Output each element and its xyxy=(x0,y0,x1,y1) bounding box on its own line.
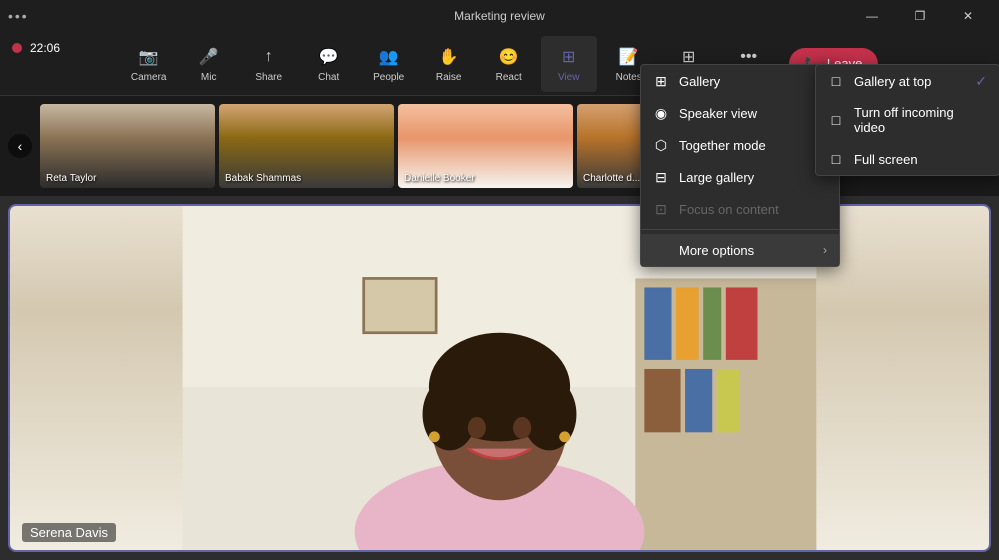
gallery-thumb-2[interactable]: Babak Shammas xyxy=(219,104,394,188)
view-button[interactable]: ⊞ View xyxy=(541,36,597,92)
camera-button[interactable]: 📷 Camera xyxy=(121,36,177,92)
gallery-at-top-check-icon: ✓ xyxy=(975,73,987,90)
titlebar-title: Marketing review xyxy=(454,9,545,23)
together-menu-icon: ⬡ xyxy=(653,137,669,153)
focus-menu-icon: ⊡ xyxy=(653,201,669,217)
people-icon: 👥 xyxy=(377,45,401,69)
view-menu-large-gallery[interactable]: ⊟ Large gallery xyxy=(641,161,839,193)
mic-button[interactable]: 🎤 Mic xyxy=(181,36,237,92)
mic-icon: 🎤 xyxy=(197,45,221,69)
share-button[interactable]: ↑ Share xyxy=(241,36,297,92)
people-button[interactable]: 👥 People xyxy=(361,36,417,92)
react-icon: 😊 xyxy=(497,45,521,69)
view-menu-speaker[interactable]: ◉ Speaker view ✓ xyxy=(641,97,839,129)
full-screen-icon: □ xyxy=(828,151,844,167)
more-options-arrow-icon: › xyxy=(823,243,827,257)
call-timer: 22:06 xyxy=(30,41,60,55)
notes-icon: 📝 xyxy=(617,45,641,69)
raise-button[interactable]: ✋ Raise xyxy=(421,36,477,92)
together-menu-label: Together mode xyxy=(679,138,766,153)
titlebar-dots: ••• xyxy=(8,8,29,24)
submenu-turn-off-video[interactable]: □ Turn off incoming video xyxy=(816,97,999,143)
chat-icon: 💬 xyxy=(317,45,341,69)
submenu-full-screen[interactable]: □ Full screen xyxy=(816,143,999,175)
close-button[interactable]: ✕ xyxy=(945,0,991,32)
titlebar: ••• Marketing review — ❐ ✕ xyxy=(0,0,999,32)
view-icon: ⊞ xyxy=(557,45,581,69)
speaker-name-label: Serena Davis xyxy=(22,523,116,542)
speaker-view: Serena Davis xyxy=(8,204,991,552)
turn-off-video-icon: □ xyxy=(828,112,844,128)
turn-off-video-label: Turn off incoming video xyxy=(854,105,987,135)
view-menu-together[interactable]: ⬡ Together mode xyxy=(641,129,839,161)
gallery-menu-icon: ⊞ xyxy=(653,73,669,89)
statusbar: 22:06 xyxy=(0,32,72,64)
restore-button[interactable]: ❐ xyxy=(897,0,943,32)
large-gallery-menu-label: Large gallery xyxy=(679,170,754,185)
camera-icon: 📷 xyxy=(137,45,161,69)
gallery-at-top-label: Gallery at top xyxy=(854,74,931,89)
participant-name-1: Reta Taylor xyxy=(46,173,96,184)
chat-button[interactable]: 💬 Chat xyxy=(301,36,357,92)
menu-divider xyxy=(641,229,839,230)
share-icon: ↑ xyxy=(257,45,281,69)
speaker-figure xyxy=(10,206,989,550)
more-options-icon xyxy=(653,242,669,258)
submenu-gallery-at-top[interactable]: □ Gallery at top ✓ xyxy=(816,65,999,97)
titlebar-controls: — ❐ ✕ xyxy=(849,0,991,32)
speaker-menu-label: Speaker view xyxy=(679,106,757,121)
gallery-menu-label: Gallery xyxy=(679,74,720,89)
view-menu-more-options[interactable]: More options › xyxy=(641,234,839,266)
participant-name-3: Danielle Booker xyxy=(404,173,475,184)
focus-menu-label: Focus on content xyxy=(679,202,779,217)
gallery-thumb-1[interactable]: Reta Taylor xyxy=(40,104,215,188)
more-options-submenu: □ Gallery at top ✓ □ Turn off incoming v… xyxy=(815,64,999,176)
participant-name-4: Charlotte d... xyxy=(583,173,640,184)
react-button[interactable]: 😊 React xyxy=(481,36,537,92)
full-screen-label: Full screen xyxy=(854,152,918,167)
participant-name-2: Babak Shammas xyxy=(225,173,301,184)
raise-icon: ✋ xyxy=(437,45,461,69)
large-gallery-menu-icon: ⊟ xyxy=(653,169,669,185)
gallery-at-top-icon: □ xyxy=(828,73,844,89)
view-menu-focus: ⊡ Focus on content xyxy=(641,193,839,225)
speaker-background xyxy=(10,206,989,550)
gallery-thumb-3[interactable]: Danielle Booker xyxy=(398,104,573,188)
recording-indicator xyxy=(12,43,22,53)
speaker-menu-icon: ◉ xyxy=(653,105,669,121)
view-dropdown-menu: ⊞ Gallery ◉ Speaker view ✓ ⬡ Together mo… xyxy=(640,64,840,267)
minimize-button[interactable]: — xyxy=(849,0,895,32)
gallery-prev-button[interactable]: ‹ xyxy=(8,134,32,158)
view-menu-gallery[interactable]: ⊞ Gallery xyxy=(641,65,839,97)
more-options-label: More options xyxy=(679,243,754,258)
